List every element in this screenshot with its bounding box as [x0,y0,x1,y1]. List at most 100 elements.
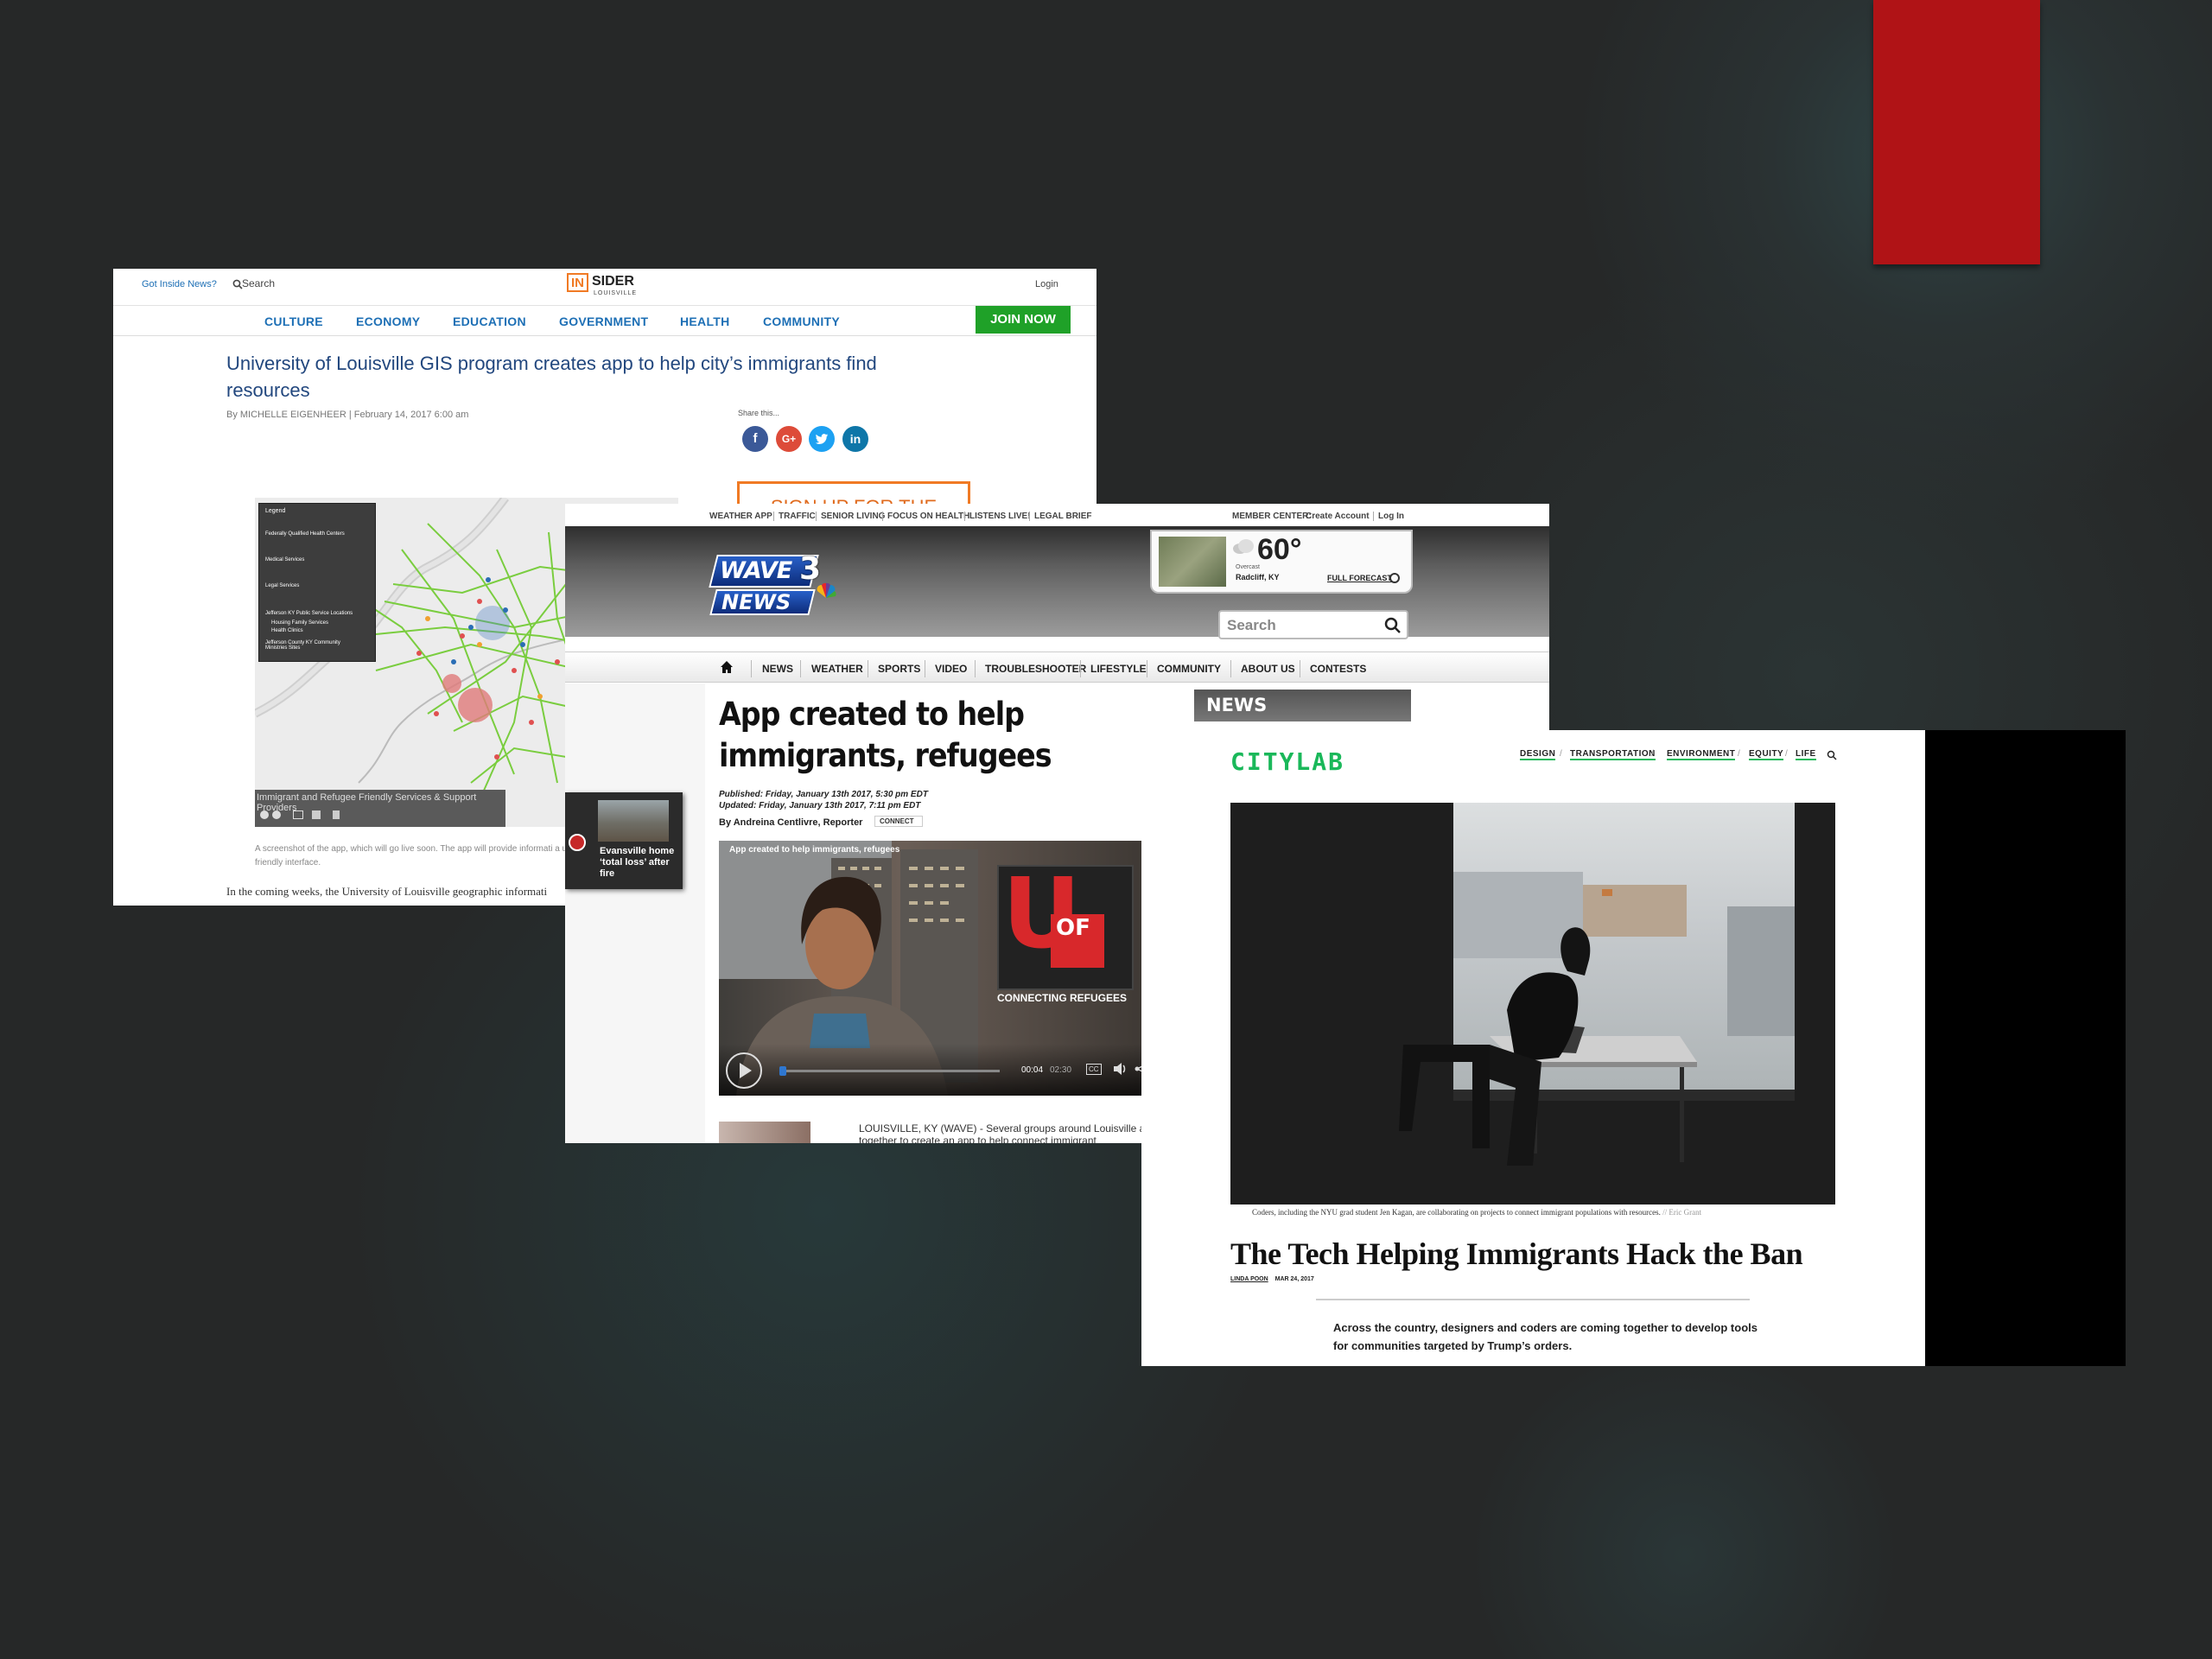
citylab-logo[interactable]: CITYLAB [1230,747,1344,776]
play-icon [740,1063,752,1078]
facebook-icon[interactable]: f [742,426,768,452]
map-legend[interactable]: Legend Federally Qualified Health Center… [258,503,376,662]
weather-city: Radcliff, KY [1236,573,1280,582]
top-link[interactable]: TRAFFIC [773,512,816,521]
time-duration: 02:30 [1050,1065,1072,1075]
full-forecast-link[interactable]: FULL FORECAST [1327,574,1392,582]
nav-transportation[interactable]: TRANSPORTATION [1570,749,1656,760]
title-line: immigrants, refugees [719,737,1052,774]
nav-video[interactable]: VIDEO [935,663,967,675]
cc-button[interactable]: CC [1086,1064,1102,1075]
nav-government[interactable]: GOVERNMENT [559,315,648,328]
video-controls: 00:04 02:30 CC [719,1044,1168,1096]
weather-widget[interactable]: 60° Overcast Radcliff, KY FULL FORECAST [1150,530,1413,594]
logo-number: 3 [799,551,822,587]
logo-sub: LOUISVILLE [594,290,638,296]
nav-news[interactable]: NEWS [762,663,793,675]
nav-economy[interactable]: ECONOMY [356,315,420,328]
popup-headline: Evansville home ‘total loss’ after fire [600,846,675,879]
nav-community[interactable]: COMMUNITY [763,315,840,328]
popup-thumbnail [598,800,669,842]
got-news-link[interactable]: Got Inside News? [142,279,217,289]
time-current: 00:04 [1021,1065,1044,1075]
top-link[interactable]: LISTENS LIVE! [964,512,1031,521]
nav-separator: / [1785,749,1788,759]
logo-wave-text: WAVE [720,557,792,584]
linkedin-icon[interactable]: in [842,426,868,452]
video-player[interactable]: App created to help immigrants, refugees… [719,841,1168,1096]
temperature: 60° [1257,533,1302,566]
related-thumbnail[interactable] [719,1122,810,1143]
progress-track[interactable] [779,1070,1000,1072]
nav-design[interactable]: DESIGN [1520,749,1556,760]
search-icon[interactable] [1384,617,1402,634]
logo-news-text: NEWS [721,590,791,614]
nav-about-us[interactable]: ABOUT US [1241,663,1295,675]
article-dek: Across the country, designers and coders… [1333,1321,1758,1352]
byline: LINDA POON MAR 24, 2017 [1230,1276,1314,1282]
nav-separator: / [1651,749,1654,759]
left-column [565,683,705,1143]
nav-environment[interactable]: ENVIRONMENT [1667,749,1736,760]
caption-text: Coders, including the NYU grad student J… [1252,1208,1661,1217]
nav-troubleshooter[interactable]: TROUBLESHOOTER [985,663,1086,675]
title-line: App created to help [719,696,1025,733]
top-link[interactable]: FOCUS ON HEALTH [882,512,969,521]
logo-sider: SIDER [592,274,634,289]
progress-handle[interactable] [779,1066,786,1076]
top-link[interactable]: WEATHER APP [709,512,772,521]
search-icon[interactable] [1827,750,1837,760]
nav-health[interactable]: HEALTH [680,315,730,328]
video-overlay-text: CONNECTING REFUGEES [997,992,1128,1004]
insider-top-bar: Got Inside News? Search IN SIDER LOUISVI… [113,269,1096,306]
ul-of: OF [1056,915,1090,941]
nav-community[interactable]: COMMUNITY [1157,663,1221,675]
nav-life[interactable]: LIFE [1796,749,1816,760]
connect-button[interactable]: CONNECT [874,816,923,827]
map-tool-icon[interactable] [260,810,269,819]
nav-contests[interactable]: CONTESTS [1310,663,1366,675]
author-link[interactable]: LINDA POON [1230,1276,1268,1282]
chevron-left-icon[interactable] [569,834,586,851]
video-title: App created to help immigrants, refugees [729,845,900,855]
legend-item: Legal Services [265,583,300,588]
list-icon[interactable] [293,810,303,819]
map-tool-icon[interactable] [272,810,281,819]
login-link[interactable]: Login [1035,279,1058,289]
play-button[interactable] [726,1052,762,1089]
top-link[interactable]: SENIOR LIVING [816,512,885,521]
wave-top-bar: WEATHER APP TRAFFIC SENIOR LIVING FOCUS … [565,504,1549,526]
photo-credit: // Eric Grant [1662,1208,1702,1217]
related-story-popup[interactable]: Evansville home ‘total loss’ after fire [565,792,683,889]
insider-nav: CULTURE ECONOMY EDUCATION GOVERNMENT HEA… [113,306,1096,336]
twitter-icon[interactable] [809,426,835,452]
nav-separator: / [1738,749,1740,759]
create-account-link[interactable]: Create Account [1306,512,1370,521]
article-headline: The Tech Helping Immigrants Hack the Ban [1230,1236,1803,1271]
wave-logo[interactable]: WAVE 3 NEWS [709,551,842,624]
search-input[interactable]: Search [1218,610,1408,639]
layers-icon[interactable] [312,810,321,819]
nav-education[interactable]: EDUCATION [453,315,526,328]
nav-sports[interactable]: SPORTS [878,663,920,675]
image-caption: A screenshot of the app, which will go l… [255,844,582,868]
citylab-screenshot: CITYLAB DESIGN / TRANSPORTATION / ENVIRO… [1141,730,2126,1366]
nav-equity[interactable]: EQUITY [1749,749,1784,760]
radar-map[interactable] [1159,537,1226,587]
volume-icon[interactable] [1112,1062,1128,1076]
google-plus-icon[interactable]: G+ [776,426,802,452]
search-link[interactable]: Search [232,277,275,289]
log-in-link[interactable]: Log In [1373,512,1404,521]
article-title: University of Louisville GIS program cre… [226,353,877,401]
home-icon[interactable] [720,660,734,674]
publish-date: MAR 24, 2017 [1274,1276,1314,1282]
print-icon[interactable] [333,810,340,819]
join-now-button[interactable]: JOIN NOW [976,306,1071,334]
nav-weather[interactable]: WEATHER [811,663,863,675]
cloud-icon [1233,539,1254,554]
hero-photo [1230,803,1835,1205]
nav-lifestyle[interactable]: LIFESTYLE [1090,663,1147,675]
nav-culture[interactable]: CULTURE [264,315,323,328]
nbc-peacock-icon [817,582,836,598]
top-link[interactable]: LEGAL BRIEF [1029,512,1091,521]
